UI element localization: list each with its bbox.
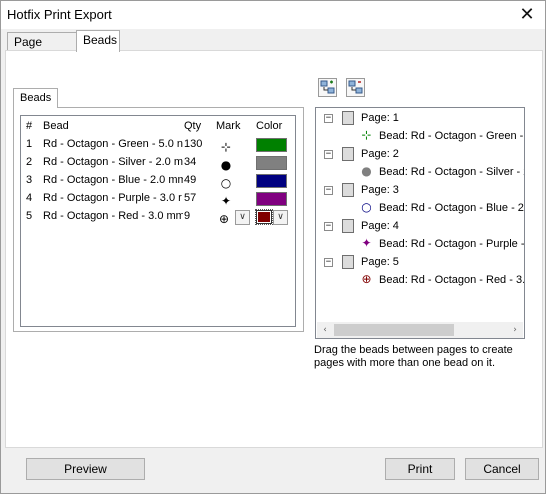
tab-label: Beads [20,92,52,104]
bead-label: Bead: Rd - Octagon - Green - 5.0 mm [379,130,524,142]
bead-label: Bead: Rd - Octagon - Purple - 3.0 mm [379,238,525,250]
column-header-mark[interactable]: Mark [216,120,246,132]
color-fill [258,212,270,222]
print-export-dialog: Hotfix Print Export ✕ Page design Beads … [0,0,546,494]
table-row[interactable]: 4 Rd - Octagon - Purple - 3.0 r 57 ✦ [21,190,295,208]
cancel-button[interactable]: Cancel [465,458,539,480]
table-row[interactable]: 1 Rd - Octagon - Green - 5.0 n 130 ⊹ [21,136,295,154]
bead-label: Bead: Rd - Octagon - Silver - 2.0 mm [379,166,524,178]
column-header-color[interactable]: Color [256,120,286,132]
table-row-selected[interactable]: 5 Rd - Octagon - Red - 3.0 mm 9 ⊕ ∨ ∨ [21,208,295,226]
row-number: 1 [26,138,33,150]
tree-bead-node[interactable]: ● Bead: Rd - Octagon - Silver - 2.0 mm [316,164,524,182]
title-bar: Hotfix Print Export ✕ [1,1,545,29]
tab-beads-list[interactable]: Beads [13,88,59,108]
window-title: Hotfix Print Export [7,7,112,22]
tab-beads[interactable]: Beads [76,30,120,52]
bead-qty: 57 [184,192,197,204]
page-icon [342,183,354,197]
color-swatch[interactable] [256,192,287,206]
color-swatch[interactable] [256,156,287,170]
collapse-all-button[interactable] [346,78,365,97]
print-button[interactable]: Print [385,458,455,480]
cross-circle-bead-icon: ⊕ [361,272,372,286]
bead-qty: 34 [184,156,197,168]
filled-circle-bead-icon: ● [361,164,372,178]
scroll-right-icon[interactable]: › [507,322,523,338]
table-header: # Bead Qty Mark Color [21,118,295,136]
tree-page-node[interactable]: − Page: 5 [316,254,524,272]
page-label: Page: 2 [361,148,399,160]
page-icon [342,219,354,233]
tree-bead-node[interactable]: ✦ Bead: Rd - Octagon - Purple - 3.0 mm [316,236,525,254]
page-icon [342,147,354,161]
tab-label: Beads [83,33,118,47]
page-icon [342,111,354,125]
bead-label: Bead: Rd - Octagon - Blue - 2.0 mm [379,202,524,214]
page-label: Page: 3 [361,184,399,196]
color-swatch[interactable] [255,209,273,225]
page-label: Page: 1 [361,112,399,124]
column-header-number[interactable]: # [26,120,38,132]
scroll-left-icon[interactable]: ‹ [317,322,333,338]
bead-name: Rd - Octagon - Blue - 2.0 mm [43,174,183,186]
mark-dropdown-button[interactable]: ∨ [235,210,250,225]
tree-bead-node[interactable]: ○ Bead: Rd - Octagon - Blue - 2.0 mm [316,200,524,218]
color-swatch[interactable] [256,174,287,188]
collapse-node-icon[interactable]: − [324,186,333,195]
horizontal-scrollbar[interactable]: ‹ › [317,322,523,338]
page-label: Page: 4 [361,220,399,232]
tree-page-node[interactable]: − Page: 1 [316,110,524,128]
cross-circle-mark-icon: ⊕ [218,212,230,226]
tree-page-node[interactable]: − Page: 2 [316,146,524,164]
bead-name: Rd - Octagon - Purple - 3.0 r [43,192,182,204]
tree-bead-node[interactable]: ⊕ Bead: Rd - Octagon - Red - 3.0 mm [316,272,525,290]
tree-page-node[interactable]: − Page: 3 [316,182,524,200]
color-dropdown-button[interactable]: ∨ [273,210,288,225]
collapse-node-icon[interactable]: − [324,258,333,267]
tree-page-node[interactable]: − Page: 4 [316,218,524,236]
page-icon [342,255,354,269]
table-row[interactable]: 3 Rd - Octagon - Blue - 2.0 mm 49 ○ [21,172,295,190]
bead-label: Bead: Rd - Octagon - Red - 3.0 mm [379,274,525,286]
row-number: 3 [26,174,33,186]
table-row[interactable]: 2 Rd - Octagon - Silver - 2.0 m 34 ● [21,154,295,172]
pages-tree[interactable]: − Page: 1 ⊹ Bead: Rd - Octagon - Green -… [315,107,525,339]
bead-name: Rd - Octagon - Green - 5.0 n [43,138,183,150]
filled-cross-circle-bead-icon: ✦ [361,236,372,250]
bead-name: Rd - Octagon - Silver - 2.0 m [43,156,183,168]
column-header-bead[interactable]: Bead [43,120,183,132]
tab-page-design[interactable]: Page design [7,32,77,67]
bead-qty: 9 [184,210,191,222]
row-number: 5 [26,210,33,222]
bead-qty: 130 [184,138,203,150]
collapse-all-icon [348,80,363,94]
hollow-circle-bead-icon: ○ [361,200,372,214]
expand-all-icon [320,80,335,94]
drag-hint-text: Drag the beads between pages to create p… [314,344,513,369]
column-header-qty[interactable]: Qty [184,120,212,132]
crosshair-bead-icon: ⊹ [361,128,372,142]
bead-table[interactable]: # Bead Qty Mark Color 1 Rd - Octagon - G… [20,115,296,327]
row-number: 4 [26,192,33,204]
collapse-node-icon[interactable]: − [324,114,333,123]
preview-button[interactable]: Preview [26,458,145,480]
row-number: 2 [26,156,33,168]
color-swatch[interactable] [256,138,287,152]
bead-qty: 49 [184,174,197,186]
scroll-thumb[interactable] [334,324,454,336]
page-label: Page: 5 [361,256,399,268]
bead-name: Rd - Octagon - Red - 3.0 mm [43,210,183,222]
tree-bead-node[interactable]: ⊹ Bead: Rd - Octagon - Green - 5.0 mm [316,128,524,146]
expand-all-button[interactable] [318,78,337,97]
close-icon[interactable]: ✕ [517,5,537,25]
collapse-node-icon[interactable]: − [324,150,333,159]
collapse-node-icon[interactable]: − [324,222,333,231]
